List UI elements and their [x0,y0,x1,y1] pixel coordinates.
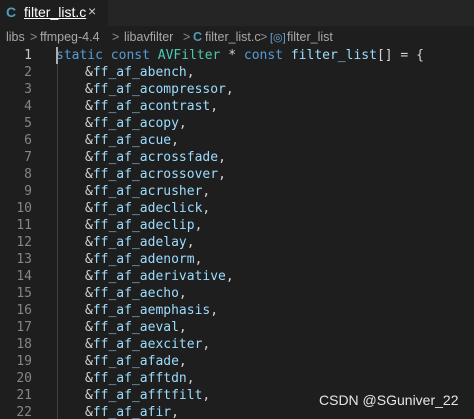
breadcrumb-item-libs[interactable]: libs [6,30,25,44]
breadcrumb-item-file[interactable]: filter_list.c [205,30,261,44]
line-number: 8 [24,167,32,182]
line-number: 22 [16,405,32,419]
code-text: static const AVFilter * const filter_lis… [56,48,424,63]
code-line[interactable]: 8 &ff_af_acrossover, [0,166,474,183]
code-line[interactable]: 14 &ff_af_aderivative, [0,268,474,285]
code-text: &ff_af_adeclick, [85,201,211,216]
close-icon[interactable]: × [88,3,96,19]
line-number: 11 [16,218,32,233]
code-text: &ff_af_acrossfade, [85,150,226,165]
breadcrumb-item-symbol[interactable]: filter_list [287,30,333,44]
code-text: &ff_af_aemphasis, [85,303,219,318]
code-text: &ff_af_acompressor, [85,82,234,97]
code-text: &ff_af_afftdn, [85,371,195,386]
code-text: &ff_af_adeclip, [85,218,203,233]
line-number: 10 [16,201,32,216]
code-line[interactable]: 13 &ff_af_adenorm, [0,251,474,268]
code-line[interactable]: 20 &ff_af_afftdn, [0,370,474,387]
line-number: 20 [16,371,32,386]
code-line[interactable]: 10 &ff_af_adeclick, [0,200,474,217]
chevron-right-icon: > [183,30,191,44]
tab-bar: C filter_list.c × [0,0,474,26]
code-line[interactable]: 18 &ff_af_aexciter, [0,336,474,353]
line-number: 16 [16,303,32,318]
c-file-icon: C [6,4,17,20]
code-line[interactable]: 12 &ff_af_adelay, [0,234,474,251]
code-line[interactable]: 15 &ff_af_aecho, [0,285,474,302]
line-number: 5 [24,116,32,131]
text-cursor [56,47,58,64]
c-file-icon: C [193,30,203,44]
code-text: &ff_af_aeval, [85,320,187,335]
line-number: 18 [16,337,32,352]
code-text: &ff_af_afir, [85,405,179,419]
code-area[interactable]: 1 static const AVFilter * const filter_li… [0,44,474,419]
chevron-right-icon: > [30,30,38,44]
code-text: &ff_af_afade, [85,354,187,369]
code-text: &ff_af_adelay, [85,235,195,250]
chevron-right-icon: > [112,30,120,44]
line-number: 21 [16,388,32,403]
code-text: &ff_af_acrossover, [85,167,226,182]
code-text: &ff_af_adenorm, [85,252,203,267]
line-number: 3 [24,82,32,97]
line-number: 15 [16,286,32,301]
line-number: 7 [24,150,32,165]
code-line[interactable]: 7 &ff_af_acrossfade, [0,149,474,166]
code-editor: C filter_list.c × libs > ffmpeg-4.4 > li… [0,0,474,419]
chevron-right-icon: > [260,30,268,44]
line-number: 6 [24,133,32,148]
code-text: &ff_af_aexciter, [85,337,211,352]
code-line[interactable]: 3 &ff_af_acompressor, [0,81,474,98]
code-text: &ff_af_abench, [85,65,195,80]
code-text: &ff_af_acrusher, [85,184,211,199]
tab-filter-list-c[interactable]: C filter_list.c × [0,0,108,26]
code-line[interactable]: 4 &ff_af_acontrast, [0,98,474,115]
code-line[interactable]: 5 &ff_af_acopy, [0,115,474,132]
line-number: 1 [24,48,32,63]
code-line[interactable]: 11 &ff_af_adeclip, [0,217,474,234]
code-line[interactable]: 19 &ff_af_afade, [0,353,474,370]
code-line[interactable]: 16 &ff_af_aemphasis, [0,302,474,319]
code-line[interactable]: 6 &ff_af_acue, [0,132,474,149]
breadcrumb-item-libavfilter[interactable]: libavfilter [124,30,173,44]
code-text: &ff_af_acopy, [85,116,187,131]
line-number: 14 [16,269,32,284]
line-number: 13 [16,252,32,267]
code-text: &ff_af_acue, [85,133,179,148]
line-number: 17 [16,320,32,335]
code-text: &ff_af_aecho, [85,286,187,301]
code-text: &ff_af_afftfilt, [85,388,211,403]
tab-label: filter_list.c [24,4,87,20]
code-line[interactable]: 9 &ff_af_acrusher, [0,183,474,200]
code-line[interactable]: 2 &ff_af_abench, [0,64,474,81]
symbol-icon: [◎] [270,32,286,44]
line-number: 9 [24,184,32,199]
line-number: 2 [24,65,32,80]
watermark: CSDN @SGuniver_22 [319,392,459,408]
code-text: &ff_af_acontrast, [85,99,219,114]
breadcrumb-item-ffmpeg[interactable]: ffmpeg-4.4 [40,30,100,44]
line-number: 4 [24,99,32,114]
code-text: &ff_af_aderivative, [85,269,234,284]
line-number: 12 [16,235,32,250]
line-number: 19 [16,354,32,369]
code-line[interactable]: 17 &ff_af_aeval, [0,319,474,336]
code-line[interactable]: 1 static const AVFilter * const filter_li… [0,47,474,64]
